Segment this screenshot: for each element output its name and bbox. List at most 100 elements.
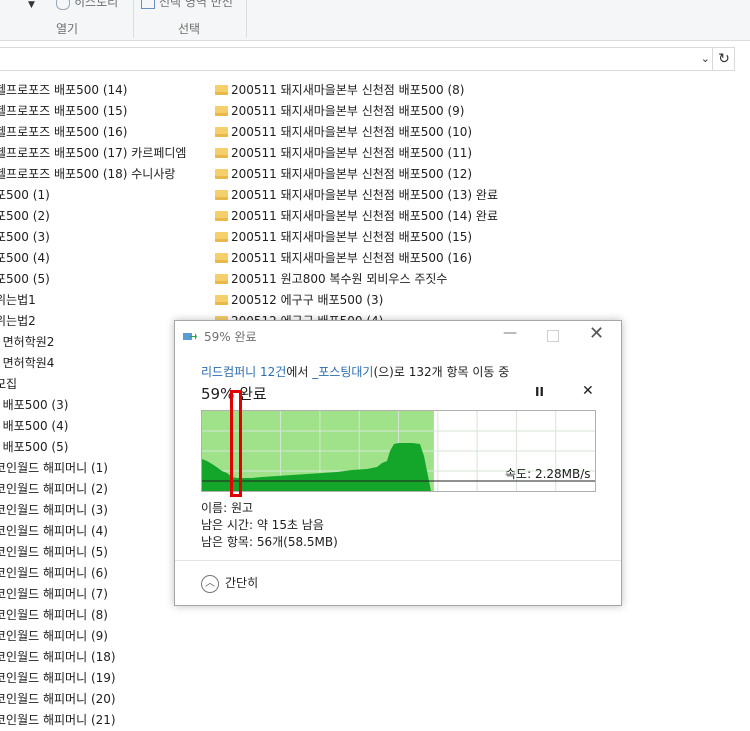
dialog-titlebar: 59% 완료 — ✕	[175, 321, 621, 351]
list-item[interactable]: 200511 돼지새마을본부 신천점 배포500 (10)	[215, 122, 498, 143]
list-item[interactable]: 헬프로포즈 배포500 (18) 수니사랑	[0, 164, 186, 185]
folder-icon	[215, 190, 228, 200]
folder-icon	[215, 169, 228, 179]
ribbon-separator	[246, 0, 247, 38]
chevron-down-icon[interactable]: ⌄	[701, 52, 710, 65]
close-button[interactable]: ✕	[589, 323, 604, 344]
list-item[interactable]: 코인월드 해피머니 (8)	[0, 605, 186, 626]
list-item-label: . 배포500 (4)	[0, 419, 69, 433]
list-item[interactable]: 코인월드 해피머니 (5)	[0, 542, 186, 563]
pause-button[interactable]: II	[535, 385, 544, 399]
folder-icon	[215, 232, 228, 242]
list-item[interactable]: 200511 돼지새마을본부 신천점 배포500 (11)	[215, 143, 498, 164]
folder-icon	[215, 148, 228, 158]
list-item-label: 포500 (2)	[0, 209, 50, 223]
refresh-icon[interactable]: ↻	[712, 48, 735, 70]
list-item[interactable]: 코인월드 해피머니 (3)	[0, 500, 186, 521]
dialog-divider	[175, 560, 621, 561]
address-bar[interactable]: ⌄ ↻	[0, 47, 735, 71]
list-item-label: 코인월드 해피머니 (19)	[0, 671, 116, 685]
folder-icon	[215, 211, 228, 221]
minimize-button[interactable]: —	[501, 325, 519, 341]
list-item[interactable]: 200511 돼지새마을본부 신천점 배포500 (8)	[215, 80, 498, 101]
list-item[interactable]: . 면허학원2	[0, 332, 186, 353]
list-item-label: 헬프로포즈 배포500 (18) 수니사랑	[0, 167, 176, 181]
list-item[interactable]: 코인월드 해피머니 (18)	[0, 647, 186, 668]
list-item-label: 코인월드 해피머니 (2)	[0, 482, 108, 496]
list-item[interactable]: 헬프로포즈 배포500 (15)	[0, 101, 186, 122]
list-item[interactable]: 코인월드 해피머니 (19)	[0, 668, 186, 689]
operation-description: 리드컴퍼니 12건에서 _포스팅대기(으)로 132개 항목 이동 중	[201, 363, 509, 380]
folder-icon	[215, 106, 228, 116]
list-item[interactable]: 코인월드 해피머니 (2)	[0, 479, 186, 500]
list-item-label: 포500 (3)	[0, 230, 50, 244]
list-item[interactable]: 헬프로포즈 배포500 (17) 카르페디엠	[0, 143, 186, 164]
move-files-icon	[183, 333, 197, 340]
list-item[interactable]: 코인월드 해피머니 (7)	[0, 584, 186, 605]
list-item[interactable]: . 배포500 (5)	[0, 437, 186, 458]
list-item[interactable]: 모집	[0, 374, 186, 395]
list-item-label: 코인월드 해피머니 (8)	[0, 608, 108, 622]
cancel-button[interactable]: ✕	[582, 383, 594, 399]
list-item[interactable]: . 면허학원4	[0, 353, 186, 374]
fewer-details-button[interactable]: ︿ 간단히	[201, 574, 258, 593]
list-item-label: . 배포500 (5)	[0, 440, 69, 454]
folder-icon	[215, 85, 228, 95]
list-item[interactable]: . 배포500 (3)	[0, 395, 186, 416]
list-item-label: 200511 원고800 복수원 뫼비우스 주짓수	[231, 272, 448, 286]
list-item-label: 200511 돼지새마을본부 신천점 배포500 (12)	[231, 167, 473, 181]
list-item[interactable]: 200511 돼지새마을본부 신천점 배포500 (15)	[215, 227, 498, 248]
list-item[interactable]: 포500 (2)	[0, 206, 186, 227]
list-item-label: 코인월드 해피머니 (9)	[0, 629, 108, 643]
list-item[interactable]: 200511 돼지새마을본부 신천점 배포500 (16)	[215, 248, 498, 269]
folder-icon	[215, 295, 228, 305]
list-item[interactable]: 헬프로포즈 배포500 (14)	[0, 80, 186, 101]
list-item[interactable]: 코인월드 해피머니 (4)	[0, 521, 186, 542]
transfer-details: 이름: 원고 남은 시간: 약 15초 남음 남은 항목: 56개(58.5MB…	[201, 500, 338, 551]
source-folder-link[interactable]: 리드컴퍼니 12건	[201, 365, 286, 379]
speed-label: 속도: 2.28MB/s	[505, 467, 591, 481]
list-item-label: 코인월드 해피머니 (20)	[0, 692, 116, 706]
list-item[interactable]: 포500 (4)	[0, 248, 186, 269]
list-item-label: 코인월드 해피머니 (7)	[0, 587, 108, 601]
folder-icon	[215, 253, 228, 263]
list-item[interactable]: 위는법1	[0, 290, 186, 311]
list-item[interactable]: 코인월드 해피머니 (20)	[0, 689, 186, 710]
red-highlight-box	[230, 390, 242, 497]
list-item-label: 코인월드 해피머니 (5)	[0, 545, 108, 559]
list-item-label: 200511 돼지새마을본부 신천점 배포500 (10)	[231, 125, 473, 139]
list-item[interactable]: 위는법2	[0, 311, 186, 332]
list-item[interactable]: . 배포500 (4)	[0, 416, 186, 437]
list-item[interactable]: 포500 (5)	[0, 269, 186, 290]
destination-folder-link[interactable]: _포스팅대기	[312, 365, 373, 379]
list-item[interactable]: 200511 돼지새마을본부 신천점 배포500 (12)	[215, 164, 498, 185]
list-item-label: 200511 돼지새마을본부 신천점 배포500 (8)	[231, 83, 465, 97]
list-item-label: . 면허학원2	[0, 335, 55, 349]
list-item-label: 코인월드 해피머니 (21)	[0, 713, 116, 727]
list-item[interactable]: 200511 돼지새마을본부 신천점 배포500 (14) 완료	[215, 206, 498, 227]
list-item-label: 포500 (4)	[0, 251, 50, 265]
right-file-list: 200511 돼지새마을본부 신천점 배포500 (8) 200511 돼지새마을…	[215, 80, 498, 332]
list-item[interactable]: 포500 (1)	[0, 185, 186, 206]
list-item-label: . 면허학원4	[0, 356, 55, 370]
invert-selection-button[interactable]: 선택 영역 반전	[141, 0, 233, 10]
maximize-button[interactable]	[547, 330, 559, 342]
folder-icon	[215, 127, 228, 137]
chevron-down-icon[interactable]: ▼	[28, 0, 35, 10]
list-item-label: 헬프로포즈 배포500 (15)	[0, 104, 128, 118]
list-item[interactable]: 헬프로포즈 배포500 (16)	[0, 122, 186, 143]
list-item[interactable]: 200512 에구구 배포500 (3)	[215, 290, 498, 311]
list-item-label: 헬프로포즈 배포500 (17) 카르페디엠	[0, 146, 187, 160]
items-remaining: 남은 항목: 56개(58.5MB)	[201, 535, 338, 549]
list-item-label: 200511 돼지새마을본부 신천점 배포500 (11)	[231, 146, 473, 160]
list-item[interactable]: 포500 (3)	[0, 227, 186, 248]
list-item[interactable]: 코인월드 해피머니 (6)	[0, 563, 186, 584]
history-button[interactable]: 히스토리	[56, 0, 118, 10]
list-item-label: 위는법1	[0, 293, 36, 307]
list-item[interactable]: 200511 돼지새마을본부 신천점 배포500 (13) 완료	[215, 185, 498, 206]
list-item[interactable]: 코인월드 해피머니 (1)	[0, 458, 186, 479]
list-item[interactable]: 200511 원고800 복수원 뫼비우스 주짓수	[215, 269, 498, 290]
list-item[interactable]: 200511 돼지새마을본부 신천점 배포500 (9)	[215, 101, 498, 122]
list-item[interactable]: 코인월드 해피머니 (9)	[0, 626, 186, 647]
fewer-details-label: 간단히	[225, 576, 259, 590]
